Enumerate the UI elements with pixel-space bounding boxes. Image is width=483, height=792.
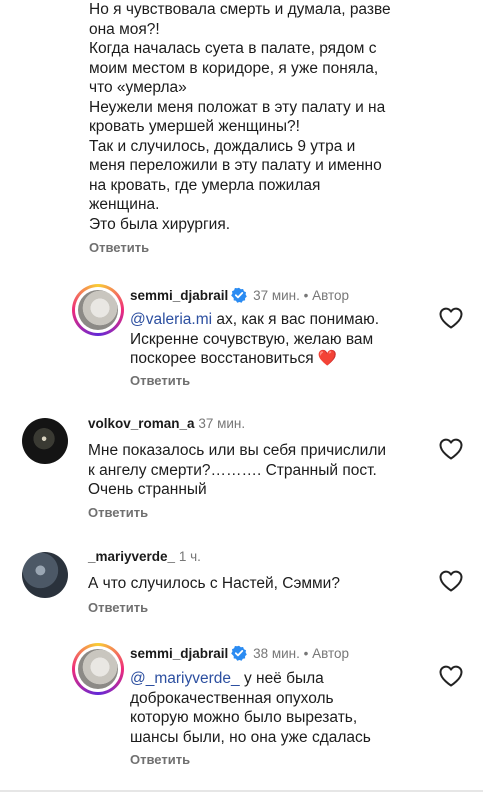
comment-line: она моя?!: [89, 20, 160, 38]
comment-meta: semmi_djabrail 38 мин. • Автор: [130, 645, 349, 661]
comment-line: женщина.: [89, 196, 160, 213]
comment-line: Очень странный: [88, 481, 207, 498]
comment-line: Когда началась суета в палате, рядом с: [89, 40, 377, 57]
comment-line: у неё была: [239, 670, 324, 687]
mention-link[interactable]: @_mariyverde_: [130, 670, 240, 687]
comment-meta: volkov_roman_a 37 мин.: [88, 416, 245, 431]
comment-line: Это была хирургия.: [89, 215, 231, 233]
author-tag: Автор: [312, 646, 350, 661]
comment-meta: semmi_djabrail 37 мин. • Автор: [130, 287, 349, 303]
comment-line: поскорее восстановиться ❤️: [130, 350, 338, 367]
reply-button[interactable]: Ответить: [130, 373, 190, 388]
reply-button[interactable]: Ответить: [130, 752, 190, 767]
heart-outline-icon[interactable]: [438, 569, 464, 593]
avatar[interactable]: [22, 552, 68, 598]
reply-button[interactable]: Ответить: [88, 505, 148, 520]
comment-line: на кровать, где умерла пожилая: [89, 176, 321, 194]
comment-line: меня переложили в эту палату и именно: [89, 157, 382, 174]
timestamp: 38 мин.: [253, 646, 300, 661]
heart-outline-icon[interactable]: [438, 306, 464, 330]
separator-dot: •: [303, 288, 309, 303]
comment-line: А что случилось с Настей, Сэмми?: [88, 575, 340, 592]
comment-line: Искренне сочувствую, желаю вам: [130, 330, 374, 348]
reply-button[interactable]: Ответить: [88, 600, 148, 615]
avatar[interactable]: [72, 284, 124, 336]
comment-line: Неужели меня положат в эту палату и на: [89, 98, 386, 116]
heart-outline-icon[interactable]: [438, 437, 464, 461]
avatar[interactable]: [72, 643, 124, 695]
comment-line: к ангелу смерти?………. Странный пост.: [88, 461, 377, 479]
comment-line: что «умерла»: [89, 79, 187, 96]
username[interactable]: volkov_roman_a: [88, 416, 195, 431]
comment-line: шансы были, но она уже сдалась: [130, 728, 371, 746]
continued-comment-text: Но я чувствовала смерть и думала, разве …: [89, 0, 429, 234]
comment-line: Но я чувствовала смерть и думала, разве: [89, 1, 391, 18]
comment-text: @_mariyverde_ у неё была доброкачественн…: [130, 669, 371, 747]
comment-line: ах, как я вас понимаю.: [212, 311, 380, 328]
comment-text: А что случилось с Настей, Сэмми?: [88, 574, 340, 594]
mention-link[interactable]: @valeria.mi: [130, 311, 212, 328]
username[interactable]: semmi_djabrail: [130, 646, 228, 661]
reply-button[interactable]: Ответить: [89, 240, 149, 255]
heart-outline-icon[interactable]: [438, 664, 464, 688]
timestamp: 1 ч.: [178, 549, 201, 564]
comment-text: Мне показалось или вы себя причислили к …: [88, 441, 386, 500]
timestamp: 37 мин.: [253, 288, 300, 303]
comment-meta: _mariyverde_ 1 ч.: [88, 549, 201, 564]
comment-text: @valeria.mi ах, как я вас понимаю. Искре…: [130, 310, 379, 369]
comment-line: которую можно было вырезать,: [130, 709, 358, 726]
username[interactable]: _mariyverde_: [88, 549, 175, 564]
comment-line: Мне показалось или вы себя причислили: [88, 442, 387, 459]
verified-badge-icon: [231, 287, 248, 303]
username[interactable]: semmi_djabrail: [130, 288, 228, 303]
comment-line: доброкачественная опухоль: [130, 689, 334, 707]
comment-line: кровать умершей женщины?!: [89, 118, 300, 135]
timestamp: 37 мин.: [198, 416, 246, 431]
avatar[interactable]: [22, 418, 68, 464]
comment-line: моим местом в коридоре, я уже поняла,: [89, 59, 379, 77]
verified-badge-icon: [231, 645, 248, 661]
comment-line: Так и случилось, дождались 9 утра и: [89, 137, 356, 155]
separator-dot: •: [303, 646, 309, 661]
author-tag: Автор: [312, 288, 350, 303]
